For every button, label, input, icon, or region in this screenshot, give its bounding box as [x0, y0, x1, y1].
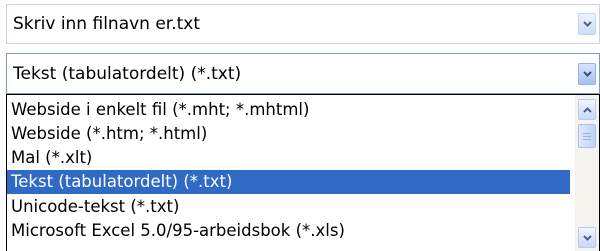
scroll-up-button[interactable]	[578, 99, 596, 120]
chevron-down-icon	[582, 234, 592, 241]
filename-combobox[interactable]: Skriv inn filnavn er.txt	[6, 4, 600, 44]
chevron-down-icon	[582, 71, 592, 77]
list-item-mal[interactable]: Mal (*.xlt)	[7, 146, 570, 170]
filetype-dropdown-list[interactable]: Webside i enkelt fil (*.mht; *.mhtml) We…	[6, 94, 600, 251]
scrollbar-thumb[interactable]	[578, 124, 596, 148]
chevron-down-icon	[582, 21, 592, 27]
grip-line	[583, 136, 591, 137]
grip-line	[583, 139, 591, 140]
filetype-selected-value: Tekst (tabulatordelt) (*.txt)	[13, 63, 242, 84]
chevron-up-icon	[582, 106, 592, 113]
list-item-webside[interactable]: Webside (*.htm; *.html)	[7, 122, 570, 146]
list-item-unicode-tekst[interactable]: Unicode-tekst (*.txt)	[7, 195, 570, 219]
filetype-dropdown-button[interactable]	[578, 63, 596, 85]
filetype-select[interactable]: Tekst (tabulatordelt) (*.txt)	[6, 53, 600, 94]
filename-input[interactable]: Skriv inn filnavn er.txt	[13, 5, 200, 43]
filename-dropdown-button[interactable]	[578, 13, 596, 35]
vertical-scrollbar[interactable]	[575, 95, 599, 251]
list-item-webside-enkelt-fil[interactable]: Webside i enkelt fil (*.mht; *.mhtml)	[7, 98, 570, 122]
grip-line	[583, 133, 591, 134]
list-item-tekst-tabulatordelt[interactable]: Tekst (tabulatordelt) (*.txt)	[7, 170, 570, 194]
list-item-excel-95-arbeidsbok[interactable]: Microsoft Excel 5.0/95-arbeidsbok (*.xls…	[7, 219, 570, 243]
scroll-down-button[interactable]	[578, 227, 596, 248]
